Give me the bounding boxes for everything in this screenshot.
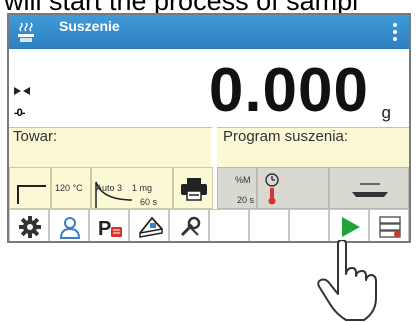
- menu-kebab-icon[interactable]: [393, 23, 397, 44]
- profile-p-icon: P: [98, 218, 122, 239]
- bottom-toolbar: P: [9, 209, 409, 241]
- zero-indicator: -0-: [14, 107, 25, 119]
- timer-widget[interactable]: [257, 167, 329, 209]
- mode-time-value: 60 s: [140, 197, 158, 207]
- weighing-pan-icon: [139, 216, 163, 238]
- weight-display: -0- 0.000 g: [9, 49, 409, 127]
- svg-text:P: P: [98, 218, 111, 239]
- drying-temp-widget[interactable]: 120 °C: [51, 167, 91, 209]
- database-icon: [379, 216, 401, 238]
- weight-reading: 0.000: [208, 56, 369, 125]
- title-bar: Suszenie: [9, 15, 409, 49]
- user-button[interactable]: [49, 209, 89, 241]
- empty-slot-3: [289, 209, 329, 241]
- printer-widget[interactable]: [173, 167, 213, 209]
- tools-icon: [180, 216, 201, 237]
- drying-temp-value: 120 °C: [55, 183, 83, 193]
- widget-row: 120 °C Auto 3 1 mg 60 s %M 20 s: [9, 167, 409, 209]
- instruction-caption: will start the process of sampl: [4, 0, 417, 14]
- result-unit-widget[interactable]: %M 20 s: [217, 167, 257, 209]
- pointing-hand-icon: [317, 240, 377, 321]
- drying-mode-widget[interactable]: Auto 3 1 mg 60 s: [91, 167, 173, 209]
- sample-pan-icon: [352, 183, 388, 197]
- empty-slot-2: [249, 209, 289, 241]
- product-label: Towar:: [13, 128, 58, 145]
- timer-thermometer-icon: [265, 173, 279, 205]
- result-unit-value: %M: [235, 175, 251, 185]
- adjustment-button[interactable]: [129, 209, 169, 241]
- mode-value: Auto 3: [96, 183, 123, 193]
- product-field[interactable]: Towar:: [9, 127, 213, 167]
- mode-threshold-value: 1 mg: [132, 183, 153, 193]
- settings-button[interactable]: [9, 209, 49, 241]
- drying-app-icon: [18, 22, 34, 42]
- gear-icon: [19, 216, 41, 238]
- heating-profile-widget[interactable]: [9, 167, 51, 209]
- start-button[interactable]: [329, 209, 369, 241]
- drying-program-field[interactable]: Program suszenia:: [217, 127, 409, 167]
- user-icon: [59, 217, 81, 239]
- printer-icon: [181, 178, 207, 201]
- start-play-icon: [342, 217, 360, 237]
- database-button[interactable]: [369, 209, 409, 241]
- info-row: Towar: Program suszenia:: [9, 127, 409, 167]
- stability-indicator-icon: [14, 87, 30, 95]
- profile-button[interactable]: P: [89, 209, 129, 241]
- screen-title: Suszenie: [59, 18, 120, 34]
- weight-unit: g: [381, 103, 391, 122]
- sample-pan-widget[interactable]: [329, 167, 409, 209]
- interval-value: 20 s: [237, 195, 255, 205]
- program-label: Program suszenia:: [223, 128, 349, 145]
- tools-button[interactable]: [169, 209, 209, 241]
- moisture-analyzer-screen: Suszenie -0- 0.000 g Towar: Program susz…: [7, 13, 411, 243]
- heating-profile-icon: [17, 185, 46, 204]
- empty-slot-1: [209, 209, 249, 241]
